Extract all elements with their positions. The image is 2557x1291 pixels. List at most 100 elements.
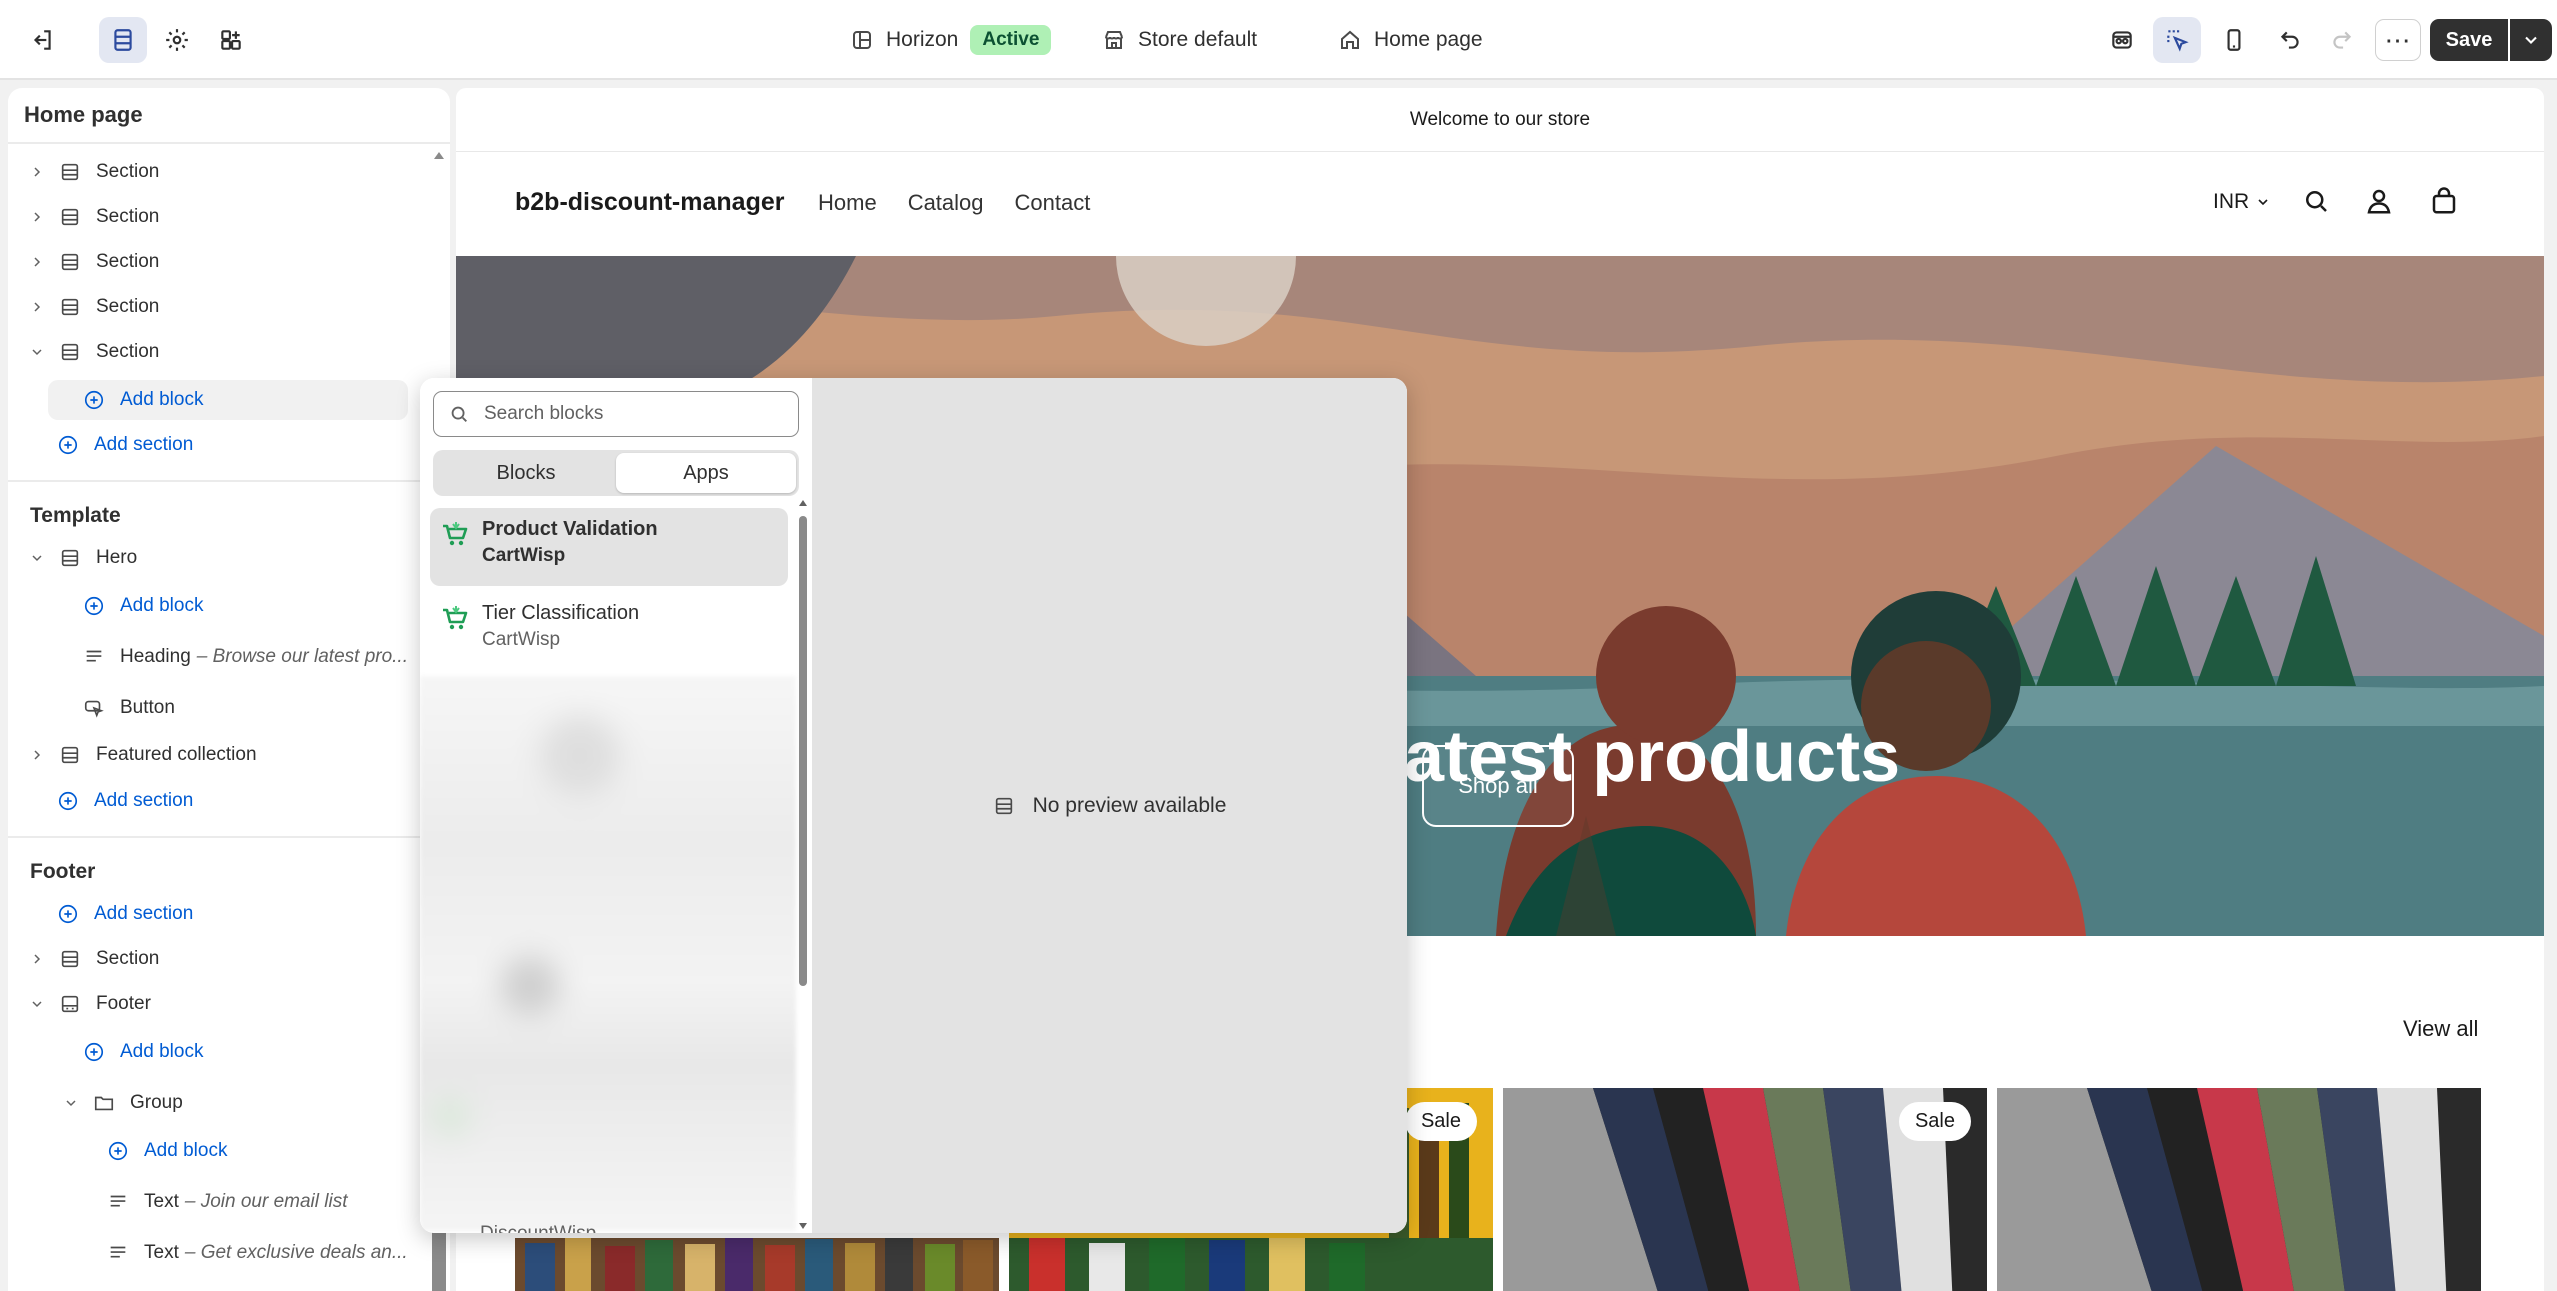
add-block-button[interactable]: Add block xyxy=(48,380,408,420)
tab-blocks[interactable]: Blocks xyxy=(436,453,616,493)
chevron-down-icon[interactable] xyxy=(26,341,48,363)
hero-section-row[interactable]: Hero xyxy=(26,538,137,578)
section-row[interactable]: Section xyxy=(26,152,159,192)
app-block-title: Tier Classification xyxy=(482,602,640,624)
add-section-button[interactable]: Add section xyxy=(56,425,193,465)
footer-section-row[interactable]: Section xyxy=(26,939,159,979)
nav-home[interactable]: Home xyxy=(818,190,877,216)
divider xyxy=(8,142,450,144)
blur-spot xyxy=(500,956,560,1016)
user-icon xyxy=(2367,189,2391,214)
exit-button[interactable] xyxy=(18,17,66,63)
section-row-expanded[interactable]: Section xyxy=(26,332,159,372)
redo-icon xyxy=(2333,31,2352,49)
block-list-scrollbar-thumb[interactable] xyxy=(799,516,807,986)
chevron-down-icon[interactable] xyxy=(26,547,48,569)
chevron-right-icon[interactable] xyxy=(26,206,48,228)
chevron-down-icon[interactable] xyxy=(26,993,48,1015)
app-block-tier-classification[interactable]: Tier Classification CartWisp xyxy=(430,592,788,670)
text-block-row[interactable]: Text – Join our email list xyxy=(106,1182,347,1222)
cart-button[interactable] xyxy=(2429,186,2461,218)
group-row[interactable]: Group xyxy=(60,1083,183,1123)
theme-icon xyxy=(853,31,871,49)
hero-add-block-button[interactable]: Add block xyxy=(82,586,203,626)
text-block-row[interactable]: Text – Get exclusive deals an... xyxy=(106,1233,408,1273)
chevron-right-icon[interactable] xyxy=(26,296,48,318)
chevron-right-icon[interactable] xyxy=(26,948,48,970)
text-label: Text xyxy=(144,1191,179,1212)
plus-circle-icon xyxy=(56,902,80,926)
text-align-icon xyxy=(106,1190,130,1214)
featured-collection-row[interactable]: Featured collection xyxy=(26,735,257,775)
heading-block-row[interactable]: Heading – Browse our latest pro... xyxy=(82,637,408,677)
product-card[interactable]: Sale xyxy=(1503,1088,1987,1291)
save-options-button[interactable] xyxy=(2510,19,2552,61)
view-all-link[interactable]: View all xyxy=(2403,1016,2478,1042)
chevron-right-icon[interactable] xyxy=(26,744,48,766)
section-label: Section xyxy=(96,161,160,182)
section-row[interactable]: Section xyxy=(26,197,159,237)
hero-label: Hero xyxy=(96,547,138,568)
currency-selector[interactable]: INR xyxy=(2213,190,2271,214)
text-preview: – Join our email list xyxy=(184,1191,348,1212)
cart-bag-icon xyxy=(2432,187,2456,214)
chevron-right-icon[interactable] xyxy=(26,161,48,183)
account-button[interactable] xyxy=(2364,186,2396,218)
nav-contact[interactable]: Contact xyxy=(1015,190,1091,216)
app-block-title: Product Validation xyxy=(482,518,658,540)
shop-all-button[interactable]: Shop all xyxy=(1422,745,1574,827)
template-group-title: Template xyxy=(30,504,121,527)
inspector-button[interactable] xyxy=(2098,17,2146,63)
redo-button[interactable] xyxy=(2318,17,2366,63)
theme-settings-button[interactable] xyxy=(153,17,201,63)
section-row[interactable]: Section xyxy=(26,287,159,327)
exit-icon xyxy=(33,30,51,50)
tab-apps[interactable]: Apps xyxy=(616,453,796,493)
heading-preview: – Browse our latest pro... xyxy=(196,646,408,667)
sidebar-title: Home page xyxy=(24,102,143,127)
theme-selector[interactable]: Horizon Active xyxy=(850,20,1052,60)
section-row[interactable]: Section xyxy=(26,242,159,282)
section-icon xyxy=(995,797,1012,814)
select-mode-button[interactable] xyxy=(2153,17,2201,63)
plus-circle-icon xyxy=(82,388,106,412)
store-logo[interactable]: b2b-discount-manager xyxy=(515,188,784,217)
search-blocks-input[interactable] xyxy=(484,403,774,425)
search-blocks-field[interactable] xyxy=(433,391,799,437)
button-block-row[interactable]: Button xyxy=(82,688,175,728)
chevron-right-icon[interactable] xyxy=(26,251,48,273)
product-card[interactable] xyxy=(1997,1088,2481,1291)
scroll-down-arrow-icon[interactable] xyxy=(798,1221,808,1231)
chevron-down-icon xyxy=(2258,199,2268,206)
chevron-down-icon[interactable] xyxy=(60,1092,82,1114)
gear-icon xyxy=(166,29,188,51)
partially-hidden-app-title: DiscountWisp xyxy=(480,1223,596,1233)
scroll-up-arrow-icon[interactable] xyxy=(432,148,446,162)
store-selector[interactable]: Store default xyxy=(1102,20,1257,60)
section-icon xyxy=(58,205,82,229)
footer-add-section-button[interactable]: Add section xyxy=(56,894,193,934)
plus-circle-icon xyxy=(82,1040,106,1064)
store-search-button[interactable] xyxy=(2301,186,2333,218)
more-actions-button[interactable]: ⋯ xyxy=(2375,19,2421,61)
app-embeds-button[interactable] xyxy=(207,17,255,63)
group-add-block-button[interactable]: Add block xyxy=(106,1131,227,1171)
footer-row[interactable]: Footer xyxy=(26,984,151,1024)
page-selector[interactable]: Home page xyxy=(1338,20,1483,60)
divider xyxy=(8,836,450,838)
save-button[interactable]: Save xyxy=(2430,19,2508,61)
cursor-select-icon xyxy=(2167,30,2189,52)
plus-circle-icon xyxy=(56,433,80,457)
template-add-section-button[interactable]: Add section xyxy=(56,781,193,821)
plus-circle-icon xyxy=(56,789,80,813)
app-block-product-validation[interactable]: Product Validation CartWisp xyxy=(430,508,788,586)
section-icon xyxy=(58,546,82,570)
mobile-view-button[interactable] xyxy=(2210,17,2258,63)
footer-add-block-button[interactable]: Add block xyxy=(82,1032,203,1072)
nav-catalog[interactable]: Catalog xyxy=(908,190,984,216)
section-label: Section xyxy=(96,948,160,969)
undo-button[interactable] xyxy=(2266,17,2314,63)
hero-heading[interactable]: r latest products xyxy=(1336,716,1900,798)
sections-button[interactable] xyxy=(99,17,147,63)
scroll-up-arrow-icon[interactable] xyxy=(798,498,808,508)
